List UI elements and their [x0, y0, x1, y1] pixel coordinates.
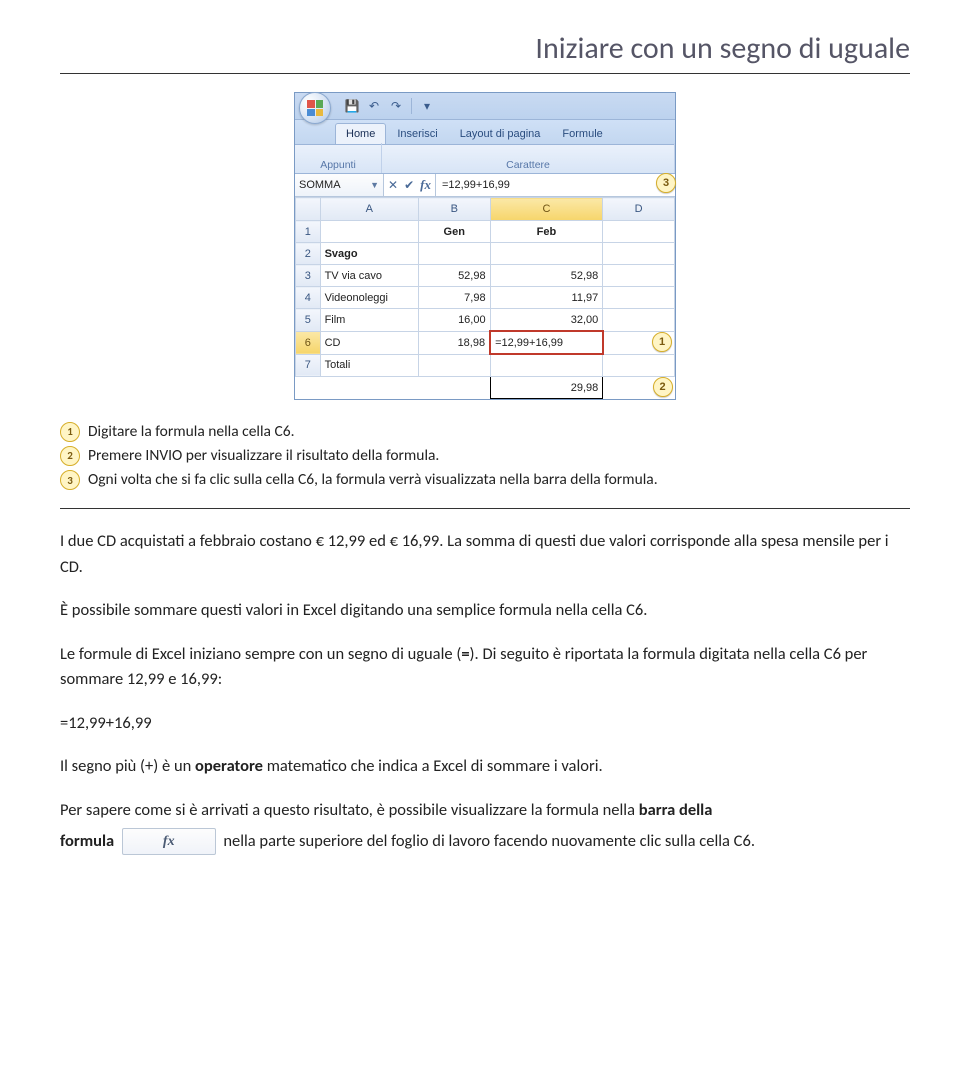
cell[interactable]	[603, 309, 675, 332]
cell[interactable]	[490, 354, 603, 377]
chevron-down-icon[interactable]: ▼	[370, 180, 379, 190]
save-icon[interactable]: 💾	[345, 99, 359, 113]
col-header-d[interactable]: D	[603, 198, 675, 221]
col-header-c[interactable]: C	[490, 198, 603, 221]
figure-caption-list: 1 Digitare la formula nella cella C6. 2 Pr…	[60, 420, 910, 509]
caption-text: Ogni volta che si fa clic sulla cella C6…	[88, 468, 658, 492]
paragraph: Per sapere come si è arrivati a questo r…	[60, 798, 910, 824]
cell[interactable]: Gen	[418, 221, 490, 243]
enter-icon[interactable]: ✔	[404, 178, 414, 192]
paragraph: I due CD acquistati a febbraio costano €…	[60, 529, 910, 580]
tab-inserisci[interactable]: Inserisci	[386, 123, 448, 144]
row-header[interactable]: 7	[296, 354, 321, 377]
paragraph: formula fx nella parte superiore del fog…	[60, 828, 910, 856]
row-header[interactable]: 1	[296, 221, 321, 243]
name-box[interactable]: SOMMA ▼	[295, 174, 384, 196]
paragraph: È possibile sommare questi valori in Exc…	[60, 598, 910, 624]
cell[interactable]: Totali	[320, 354, 418, 377]
formula-line: =12,99+16,99	[60, 711, 910, 737]
cell[interactable]: 52,98	[418, 265, 490, 287]
paragraph: Le formule di Excel iniziano sempre con …	[60, 642, 910, 693]
select-all-corner[interactable]	[296, 198, 321, 221]
qat-dropdown-icon[interactable]: ▾	[420, 99, 434, 113]
cell[interactable]	[603, 354, 675, 377]
caption-text: Premere INVIO per visualizzare il risult…	[88, 444, 439, 468]
cell[interactable]: Feb	[490, 221, 603, 243]
cell[interactable]: CD	[320, 331, 418, 354]
cell[interactable]: 7,98	[418, 287, 490, 309]
fx-inline-icon: fx	[122, 828, 216, 856]
body-text: I due CD acquistati a febbraio costano €…	[60, 529, 910, 855]
cancel-icon[interactable]: ✕	[388, 178, 398, 192]
active-cell-c6[interactable]: =12,99+16,99	[490, 331, 603, 354]
cell[interactable]: 1	[603, 331, 675, 354]
cell[interactable]: 11,97	[490, 287, 603, 309]
callout-1: 1	[652, 332, 672, 352]
callout-3: 3	[656, 173, 676, 193]
callout-2: 2	[653, 377, 673, 397]
cell[interactable]	[603, 265, 675, 287]
caption-num-1: 1	[60, 422, 80, 442]
row-header[interactable]: 6	[296, 331, 321, 354]
cell[interactable]	[418, 243, 490, 265]
cell[interactable]: 32,00	[490, 309, 603, 332]
cell[interactable]	[603, 243, 675, 265]
col-header-b[interactable]: B	[418, 198, 490, 221]
paragraph: Il segno più (+) è un operatore matemati…	[60, 754, 910, 780]
redo-icon[interactable]: ↷	[389, 99, 403, 113]
row-header[interactable]: 4	[296, 287, 321, 309]
name-box-value: SOMMA	[299, 179, 341, 191]
office-logo-icon	[307, 100, 323, 116]
ribbon-tabs: Home Inserisci Layout di pagina Formule	[295, 120, 675, 145]
row-header[interactable]: 2	[296, 243, 321, 265]
ribbon-group-clipboard: Appunti	[295, 143, 382, 173]
caption-num-2: 2	[60, 446, 80, 466]
cell[interactable]: Film	[320, 309, 418, 332]
tab-formule[interactable]: Formule	[551, 123, 613, 144]
fx-icon[interactable]: fx	[420, 177, 431, 193]
spreadsheet-grid: A B C D 1 Gen Feb 2 Svago	[295, 197, 675, 399]
row-header[interactable]: 3	[296, 265, 321, 287]
undo-icon[interactable]: ↶	[367, 99, 381, 113]
caption-text: Digitare la formula nella cella C6.	[88, 420, 295, 444]
cell[interactable]: 16,00	[418, 309, 490, 332]
cell[interactable]	[320, 221, 418, 243]
office-button[interactable]	[299, 92, 331, 124]
caption-num-3: 3	[60, 470, 80, 490]
cell[interactable]: TV via cavo	[320, 265, 418, 287]
cell[interactable]	[490, 243, 603, 265]
cell[interactable]: 18,98	[418, 331, 490, 354]
tab-layout[interactable]: Layout di pagina	[449, 123, 552, 144]
cell[interactable]: 52,98	[490, 265, 603, 287]
excel-screenshot: 💾 ↶ ↷ ▾ Home Inserisci Layout di pagina …	[294, 92, 676, 400]
page-title: Iniziare con un segno di uguale	[60, 30, 910, 74]
cell[interactable]	[603, 287, 675, 309]
cell[interactable]	[603, 221, 675, 243]
cell[interactable]: Svago	[320, 243, 418, 265]
ribbon-group-font: Carattere 3	[382, 143, 675, 173]
cell[interactable]	[418, 354, 490, 377]
tab-home[interactable]: Home	[335, 123, 386, 144]
cell[interactable]: Videonoleggi	[320, 287, 418, 309]
formula-bar-value: =12,99+16,99	[442, 179, 510, 191]
col-header-a[interactable]: A	[320, 198, 418, 221]
formula-bar[interactable]: =12,99+16,99	[436, 174, 675, 196]
result-cell: 29,98	[490, 377, 603, 399]
row-header[interactable]: 5	[296, 309, 321, 332]
